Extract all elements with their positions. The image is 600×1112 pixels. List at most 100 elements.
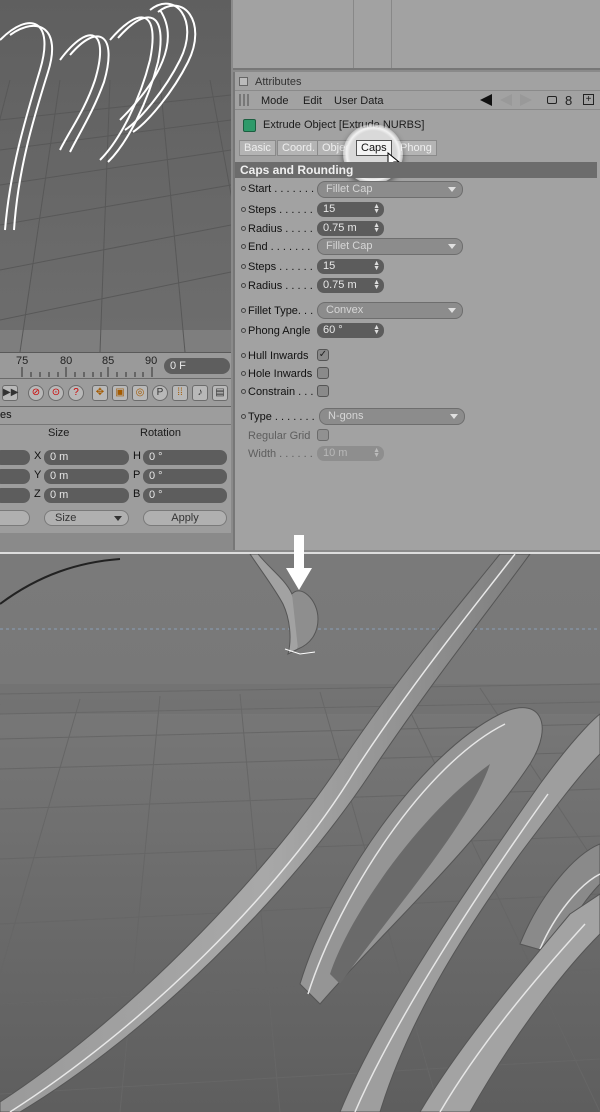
tab-basic[interactable]: Basic bbox=[239, 140, 276, 156]
position-field-y[interactable] bbox=[0, 469, 30, 484]
keyframe-dot-icon[interactable] bbox=[241, 186, 246, 191]
autokey-icon[interactable]: ⊙ bbox=[48, 385, 64, 401]
steps-end-value: 15 bbox=[323, 260, 336, 272]
new-panel-icon[interactable]: + bbox=[583, 94, 594, 105]
steps-start-value: 15 bbox=[323, 203, 336, 215]
keyframe-dot-icon[interactable] bbox=[241, 353, 246, 358]
size-mode-dropdown[interactable]: Size bbox=[44, 510, 129, 526]
link-icon[interactable]: 8 bbox=[565, 93, 572, 108]
panel-checkbox-icon[interactable] bbox=[239, 77, 248, 86]
end-label: End . . . . . . . bbox=[248, 241, 311, 253]
spinner-icon[interactable]: ▲ ▼ bbox=[373, 279, 380, 291]
regular-grid-label: Regular Grid bbox=[248, 430, 311, 442]
chevron-down-icon bbox=[450, 414, 458, 419]
fillet-type-select[interactable]: Convex bbox=[317, 302, 463, 319]
size-axis-label: Z bbox=[34, 488, 41, 500]
attributes-panel: Attributes Mode Edit User Data 8 + Extru… bbox=[233, 72, 600, 550]
spinner-icon[interactable]: ▲ ▼ bbox=[373, 260, 380, 272]
apply-button[interactable]: Apply bbox=[143, 510, 227, 526]
width-field[interactable]: 10 m ▲ ▼ bbox=[317, 446, 384, 461]
help-icon[interactable]: ? bbox=[68, 385, 84, 401]
type-label: Type . . . . . . . bbox=[248, 411, 315, 423]
panel-grip-icon[interactable] bbox=[239, 94, 251, 106]
rotation-header: Rotation bbox=[140, 427, 181, 439]
spinner-icon[interactable]: ▲ ▼ bbox=[373, 324, 380, 336]
pla-key-icon[interactable]: ⁞⁞ bbox=[172, 385, 188, 401]
position-mode-dropdown[interactable] bbox=[0, 510, 30, 526]
regular-grid-checkbox[interactable] bbox=[317, 429, 329, 441]
size-header: Size bbox=[48, 427, 70, 439]
param-key-icon[interactable]: P bbox=[152, 385, 168, 401]
current-frame-field[interactable]: 0 F bbox=[164, 358, 230, 374]
keyframe-dot-icon[interactable] bbox=[241, 283, 246, 288]
hole-inwards-checkbox[interactable] bbox=[317, 367, 329, 379]
width-label: Width . . . . . . bbox=[248, 448, 313, 460]
start-select[interactable]: Fillet Cap bbox=[317, 181, 463, 198]
up-arrow-icon[interactable] bbox=[500, 94, 512, 106]
phong-angle-value: 60 ° bbox=[323, 324, 343, 336]
steps-start-field[interactable]: 15 ▲ ▼ bbox=[317, 202, 384, 217]
viewport-bottom[interactable] bbox=[0, 552, 600, 1112]
keyframe-dot-icon[interactable] bbox=[241, 389, 246, 394]
constrain-checkbox[interactable] bbox=[317, 385, 329, 397]
chevron-down-icon bbox=[448, 244, 456, 249]
spinner-icon[interactable]: ▲ ▼ bbox=[373, 447, 380, 459]
phong-angle-field[interactable]: 60 ° ▲ ▼ bbox=[317, 323, 384, 338]
sound-icon[interactable]: ♪ bbox=[192, 385, 208, 401]
lock-icon[interactable] bbox=[547, 96, 557, 104]
keyframe-dot-icon[interactable] bbox=[241, 207, 246, 212]
keyframe-dot-icon[interactable] bbox=[241, 308, 246, 313]
position-field-x[interactable] bbox=[0, 450, 30, 465]
keyframe-dot-icon[interactable] bbox=[241, 414, 246, 419]
section-title: Caps and Rounding bbox=[240, 163, 354, 177]
timeline-ticks bbox=[21, 367, 153, 377]
timeline-ruler[interactable]: 75 80 85 90 0 F bbox=[0, 352, 231, 379]
radius-start-label: Radius . . . . . bbox=[248, 223, 313, 235]
menu-edit[interactable]: Edit bbox=[303, 95, 322, 107]
back-arrow-icon[interactable] bbox=[480, 94, 492, 106]
keyframe-dot-icon[interactable] bbox=[241, 328, 246, 333]
size-field-z[interactable]: 0 m bbox=[44, 488, 129, 503]
object-title: Extrude Object [Extrude NURBS] bbox=[263, 119, 425, 131]
keyframe-dot-icon[interactable] bbox=[241, 371, 246, 376]
end-select[interactable]: Fillet Cap bbox=[317, 238, 463, 255]
viewport-top[interactable] bbox=[0, 0, 231, 352]
spinner-icon[interactable]: ▲ ▼ bbox=[373, 222, 380, 234]
move-key-icon[interactable]: ✥ bbox=[92, 385, 108, 401]
scheme-icon[interactable]: ▤ bbox=[212, 385, 228, 401]
width-value: 10 m bbox=[323, 447, 348, 459]
size-field-x[interactable]: 0 m bbox=[44, 450, 129, 465]
type-select[interactable]: N-gons bbox=[319, 408, 465, 425]
rotate-key-icon[interactable]: ◎ bbox=[132, 385, 148, 401]
fillet-type-value: Convex bbox=[326, 304, 364, 316]
steps-end-field[interactable]: 15 ▲ ▼ bbox=[317, 259, 384, 274]
keyframe-dot-icon[interactable] bbox=[241, 244, 246, 249]
size-field-y[interactable]: 0 m bbox=[44, 469, 129, 484]
radius-start-value: 0.75 m bbox=[323, 222, 357, 234]
end-select-value: Fillet Cap bbox=[326, 240, 373, 252]
position-field-z[interactable] bbox=[0, 488, 30, 503]
coordinates-panel: es Size Rotation X 0 m H 0 ° Y 0 m P 0 °… bbox=[0, 406, 231, 533]
steps-end-label: Steps . . . . . . bbox=[248, 261, 313, 273]
timeline-tick: 90 bbox=[145, 355, 158, 367]
forward-arrow-icon[interactable] bbox=[520, 94, 532, 106]
keyframe-dot-icon[interactable] bbox=[241, 264, 246, 269]
type-select-value: N-gons bbox=[328, 410, 364, 422]
rotation-field-h[interactable]: 0 ° bbox=[143, 450, 227, 465]
menu-user-data[interactable]: User Data bbox=[334, 95, 384, 107]
spinner-icon[interactable]: ▲ ▼ bbox=[373, 203, 380, 215]
radius-end-field[interactable]: 0.75 m ▲ ▼ bbox=[317, 278, 384, 293]
hull-inwards-label: Hull Inwards bbox=[248, 350, 309, 362]
chevron-down-icon bbox=[448, 187, 456, 192]
tab-coord[interactable]: Coord. bbox=[277, 140, 321, 156]
radius-start-field[interactable]: 0.75 m ▲ ▼ bbox=[317, 221, 384, 236]
chevron-down-icon bbox=[114, 516, 122, 521]
hull-inwards-checkbox[interactable]: ✓ bbox=[317, 349, 329, 361]
scale-key-icon[interactable]: ▣ bbox=[112, 385, 128, 401]
rotation-field-b[interactable]: 0 ° bbox=[143, 488, 227, 503]
record-keys-icon[interactable]: ⊘ bbox=[28, 385, 44, 401]
play-forward-button[interactable]: ▶▶ bbox=[2, 385, 18, 401]
rotation-field-p[interactable]: 0 ° bbox=[143, 469, 227, 484]
menu-mode[interactable]: Mode bbox=[261, 95, 289, 107]
keyframe-dot-icon[interactable] bbox=[241, 226, 246, 231]
